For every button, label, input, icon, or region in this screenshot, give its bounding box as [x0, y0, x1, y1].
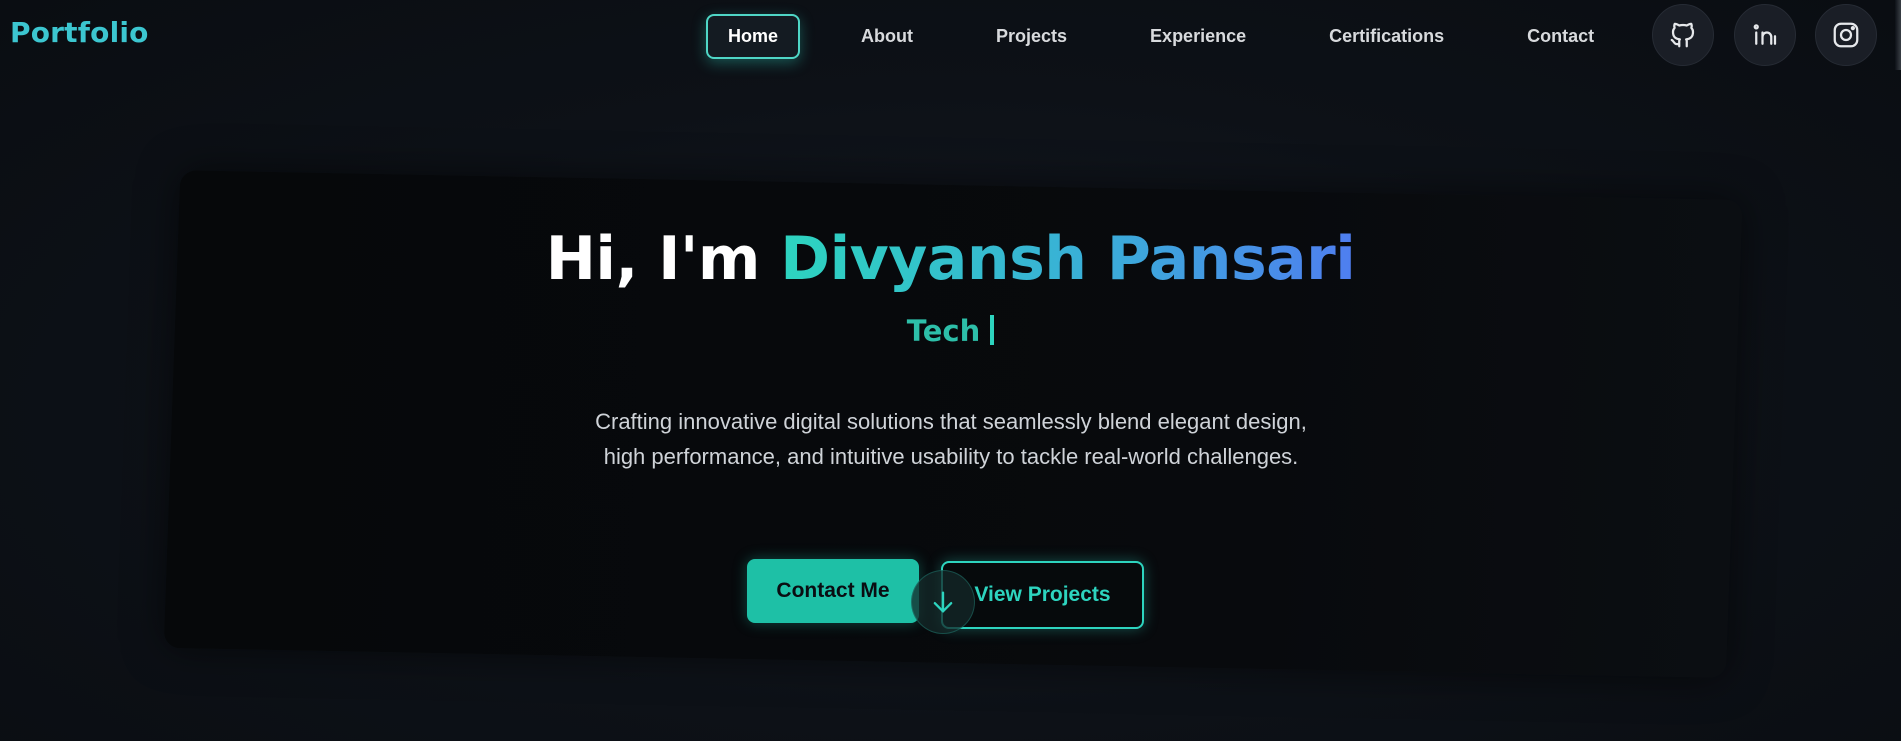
brand-logo[interactable]: Portfolio — [10, 16, 149, 49]
scroll-down-button[interactable] — [911, 570, 975, 634]
navbar: Portfolio Home About Projects Experience… — [0, 0, 1901, 70]
nav-link-projects[interactable]: Projects — [974, 14, 1089, 59]
contact-me-button[interactable]: Contact Me — [747, 559, 919, 623]
linkedin-icon — [1753, 24, 1777, 45]
instagram-icon — [1833, 22, 1859, 48]
hero-greeting: Hi, I'm — [545, 224, 761, 294]
nav-links: Home About Projects Experience Certifica… — [706, 14, 1655, 59]
hero-name: Divyansh Pansari — [780, 224, 1356, 294]
arrow-down-icon — [933, 591, 953, 613]
nav-link-experience[interactable]: Experience — [1128, 14, 1268, 59]
github-button[interactable] — [1652, 4, 1714, 66]
nav-link-home[interactable]: Home — [706, 14, 801, 59]
typed-text: Tech — [906, 314, 981, 348]
nav-link-certifications[interactable]: Certifications — [1307, 14, 1466, 59]
typed-role: Tech — [0, 314, 1901, 348]
linkedin-button[interactable] — [1734, 4, 1796, 66]
github-icon — [1670, 22, 1695, 48]
typing-caret — [990, 315, 995, 345]
window-edge — [1895, 0, 1901, 70]
instagram-button[interactable] — [1815, 4, 1877, 66]
nav-link-about[interactable]: About — [839, 14, 935, 59]
hero-description: Crafting innovative digital solutions th… — [595, 409, 1307, 469]
hero-title: Hi, I'm Divyansh Pansari — [0, 224, 1901, 294]
nav-link-contact[interactable]: Contact — [1505, 14, 1616, 59]
portfolio-page: Portfolio Home About Projects Experience… — [0, 0, 1901, 741]
